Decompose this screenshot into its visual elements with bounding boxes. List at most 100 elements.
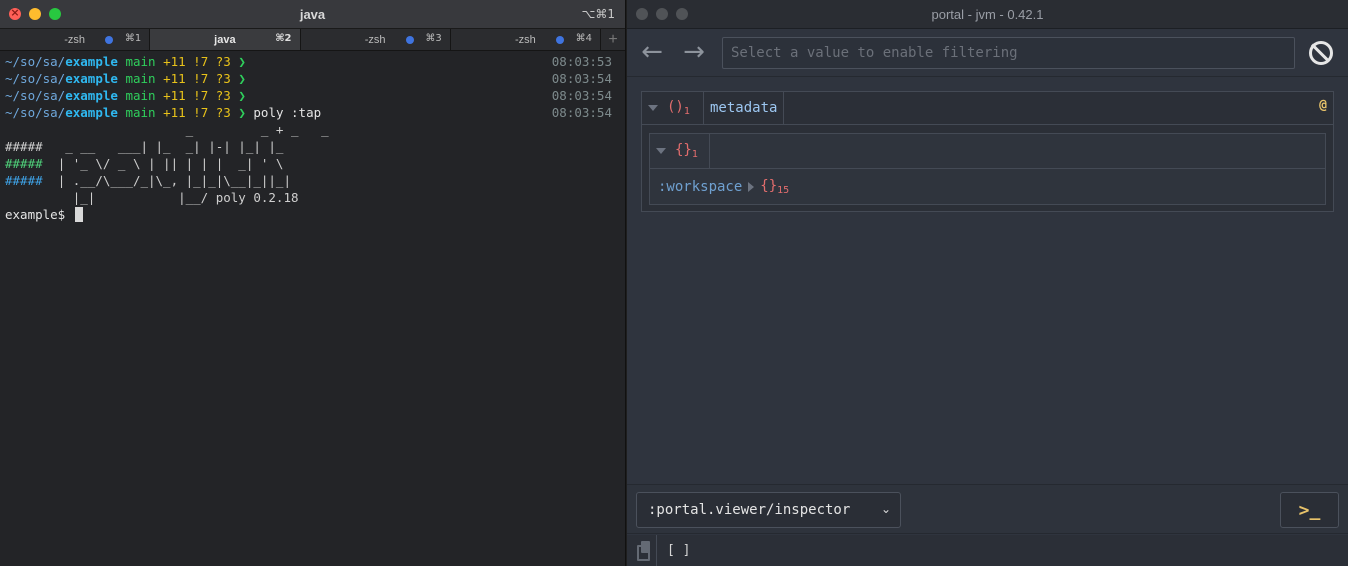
tab-shortcut: ⌘3 <box>425 33 442 44</box>
workspace-key[interactable]: :workspace <box>658 179 742 195</box>
metadata-at-icon[interactable]: @ <box>1319 98 1327 113</box>
map-entry-row[interactable]: :workspace {}15 <box>650 169 1325 204</box>
prompt-git-status: +11 !7 ?3 <box>163 54 231 69</box>
prompt-git-status: +11 !7 ?3 <box>163 71 231 86</box>
prompt-chevron-icon: ❯ <box>238 54 246 69</box>
prompt-chevron-icon: ❯ <box>238 105 246 120</box>
prompt-chevron-icon: ❯ <box>238 88 246 103</box>
banner-hash: ##### <box>5 156 43 171</box>
prompt-git-status: +11 !7 ?3 <box>163 88 231 103</box>
banner-line: _ _ + _ _ <box>5 122 329 137</box>
zoom-window-button[interactable] <box>676 8 688 20</box>
portal-window: portal - jvm - 0.42.1 ← → ()1 metadata @… <box>627 0 1348 566</box>
prompt-time: 08:03:54 <box>551 105 612 120</box>
tab-label: -zsh <box>364 33 386 46</box>
list-marker: () <box>667 99 684 115</box>
expand-right-icon[interactable] <box>748 181 755 192</box>
terminal-title: java <box>299 6 326 22</box>
terminal-titlebar: java ⌥⌘1 <box>0 0 625 29</box>
prompt-path: /so/sa/ <box>12 88 66 103</box>
viewer-select-value: :portal.viewer/inspector <box>648 502 851 518</box>
expand-down-icon[interactable] <box>648 105 658 111</box>
tab-label: -zsh <box>514 33 536 46</box>
activity-dot-icon <box>405 36 414 44</box>
clear-icon[interactable] <box>1309 41 1333 65</box>
prompt-line: ~/so/sa/example main +11 !7 ?3 ❯ 08:03:54 <box>5 70 620 87</box>
tab-shortcut: ⌘2 <box>275 33 292 44</box>
text-cursor <box>74 207 83 222</box>
command-text: poly :tap <box>253 105 322 120</box>
minimize-window-button[interactable] <box>29 8 41 20</box>
map-panel: {}1 :workspace {}15 <box>649 133 1326 205</box>
terminal-window: java ⌥⌘1 -zsh ⌘1 java ⌘2 -zsh ⌘3 -zsh ⌘4… <box>0 0 626 566</box>
tab-zsh-3[interactable]: -zsh ⌘3 <box>301 29 451 50</box>
map-header-row: {}1 <box>650 134 1325 169</box>
tab-zsh-1[interactable]: -zsh ⌘1 <box>0 29 151 50</box>
poly-ascii-banner: _ _ + _ _ ##### _ __ ___| |_ _| |-| |_| |… <box>5 121 620 206</box>
tab-zsh-4[interactable]: -zsh ⌘4 <box>451 29 601 50</box>
chevron-down-icon: ⌄ <box>880 502 891 516</box>
prompt-home: ~ <box>5 54 13 69</box>
shell-prompt: example$ <box>5 207 73 222</box>
copy-icon[interactable] <box>631 535 657 566</box>
prompt-branch: main <box>125 71 156 86</box>
prompt-branch: main <box>125 88 156 103</box>
prompt-home: ~ <box>5 105 13 120</box>
map-marker: {} <box>675 142 692 158</box>
selection-value: [ ] <box>667 543 691 558</box>
prompt-line: ~/so/sa/example main +11 !7 ?3 ❯ 08:03:53 <box>5 53 620 70</box>
expand-down-icon[interactable] <box>656 148 666 154</box>
prompt-home: ~ <box>5 71 13 86</box>
forward-arrow-icon[interactable]: → <box>679 39 709 67</box>
activity-dot-icon <box>556 36 564 44</box>
map-count: 15 <box>777 184 790 196</box>
prompt-dir: example <box>65 88 118 103</box>
prompt-git-status: +11 !7 ?3 <box>163 105 231 120</box>
banner-line: | .__/\___/_|\_, |_|_|\__|_||_| <box>42 173 291 188</box>
prompt-path: /so/sa/ <box>12 105 66 120</box>
prompt-chevron-icon: ❯ <box>238 71 246 86</box>
list-count: 1 <box>683 106 690 117</box>
window-shortcut: ⌥⌘1 <box>581 7 615 21</box>
map-collection-cell[interactable]: {}1 <box>650 134 710 168</box>
prompt-branch: main <box>125 105 156 120</box>
filter-input[interactable] <box>722 37 1295 69</box>
banner-hash: ##### <box>5 139 43 154</box>
close-window-button[interactable] <box>9 6 21 20</box>
tab-label: -zsh <box>64 33 86 46</box>
close-window-button[interactable] <box>636 8 648 20</box>
metadata-key[interactable]: metadata <box>704 92 785 124</box>
zoom-window-button[interactable] <box>49 8 61 20</box>
terminal-output[interactable]: ~/so/sa/example main +11 !7 ?3 ❯ 08:03:53… <box>0 51 625 225</box>
shell-input-line[interactable]: example$ <box>5 206 620 223</box>
prompt-time: 08:03:54 <box>551 71 612 86</box>
map-count: 1 <box>691 149 698 160</box>
metadata-row: ()1 metadata @ <box>642 92 1333 125</box>
portal-bottombar: :portal.viewer/inspector ⌄ >_ <box>627 484 1348 534</box>
tab-label: java <box>214 33 236 46</box>
back-arrow-icon[interactable]: ← <box>637 39 667 67</box>
prompt-dir: example <box>65 71 118 86</box>
portal-titlebar: portal - jvm - 0.42.1 <box>627 0 1348 29</box>
map-marker: {} <box>760 177 778 194</box>
tab-java[interactable]: java ⌘2 <box>150 29 301 50</box>
banner-line: _ __ ___| |_ _| |-| |_| |_ <box>42 139 284 154</box>
prompt-path: /so/sa/ <box>12 54 66 69</box>
portal-footer: [ ] <box>627 535 1348 566</box>
prompt-path: /so/sa/ <box>12 71 66 86</box>
list-collection-cell[interactable]: ()1 <box>642 92 704 124</box>
command-palette-button[interactable]: >_ <box>1280 492 1339 528</box>
terminal-tabbar: -zsh ⌘1 java ⌘2 -zsh ⌘3 -zsh ⌘4 + <box>0 29 625 51</box>
tab-shortcut: ⌘1 <box>124 33 142 44</box>
metadata-row-fill: @ <box>784 92 1333 124</box>
prompt-branch: main <box>125 54 156 69</box>
new-tab-button[interactable]: + <box>601 29 625 50</box>
prompt-dir: example <box>65 54 118 69</box>
banner-line: |_| |__/ poly 0.2.18 <box>5 190 299 205</box>
prompt-dir: example <box>65 105 118 120</box>
window-controls <box>9 6 61 20</box>
minimize-window-button[interactable] <box>656 8 668 20</box>
activity-dot-icon <box>105 36 114 44</box>
viewer-select[interactable]: :portal.viewer/inspector ⌄ <box>636 492 901 528</box>
prompt-time: 08:03:53 <box>551 54 612 69</box>
